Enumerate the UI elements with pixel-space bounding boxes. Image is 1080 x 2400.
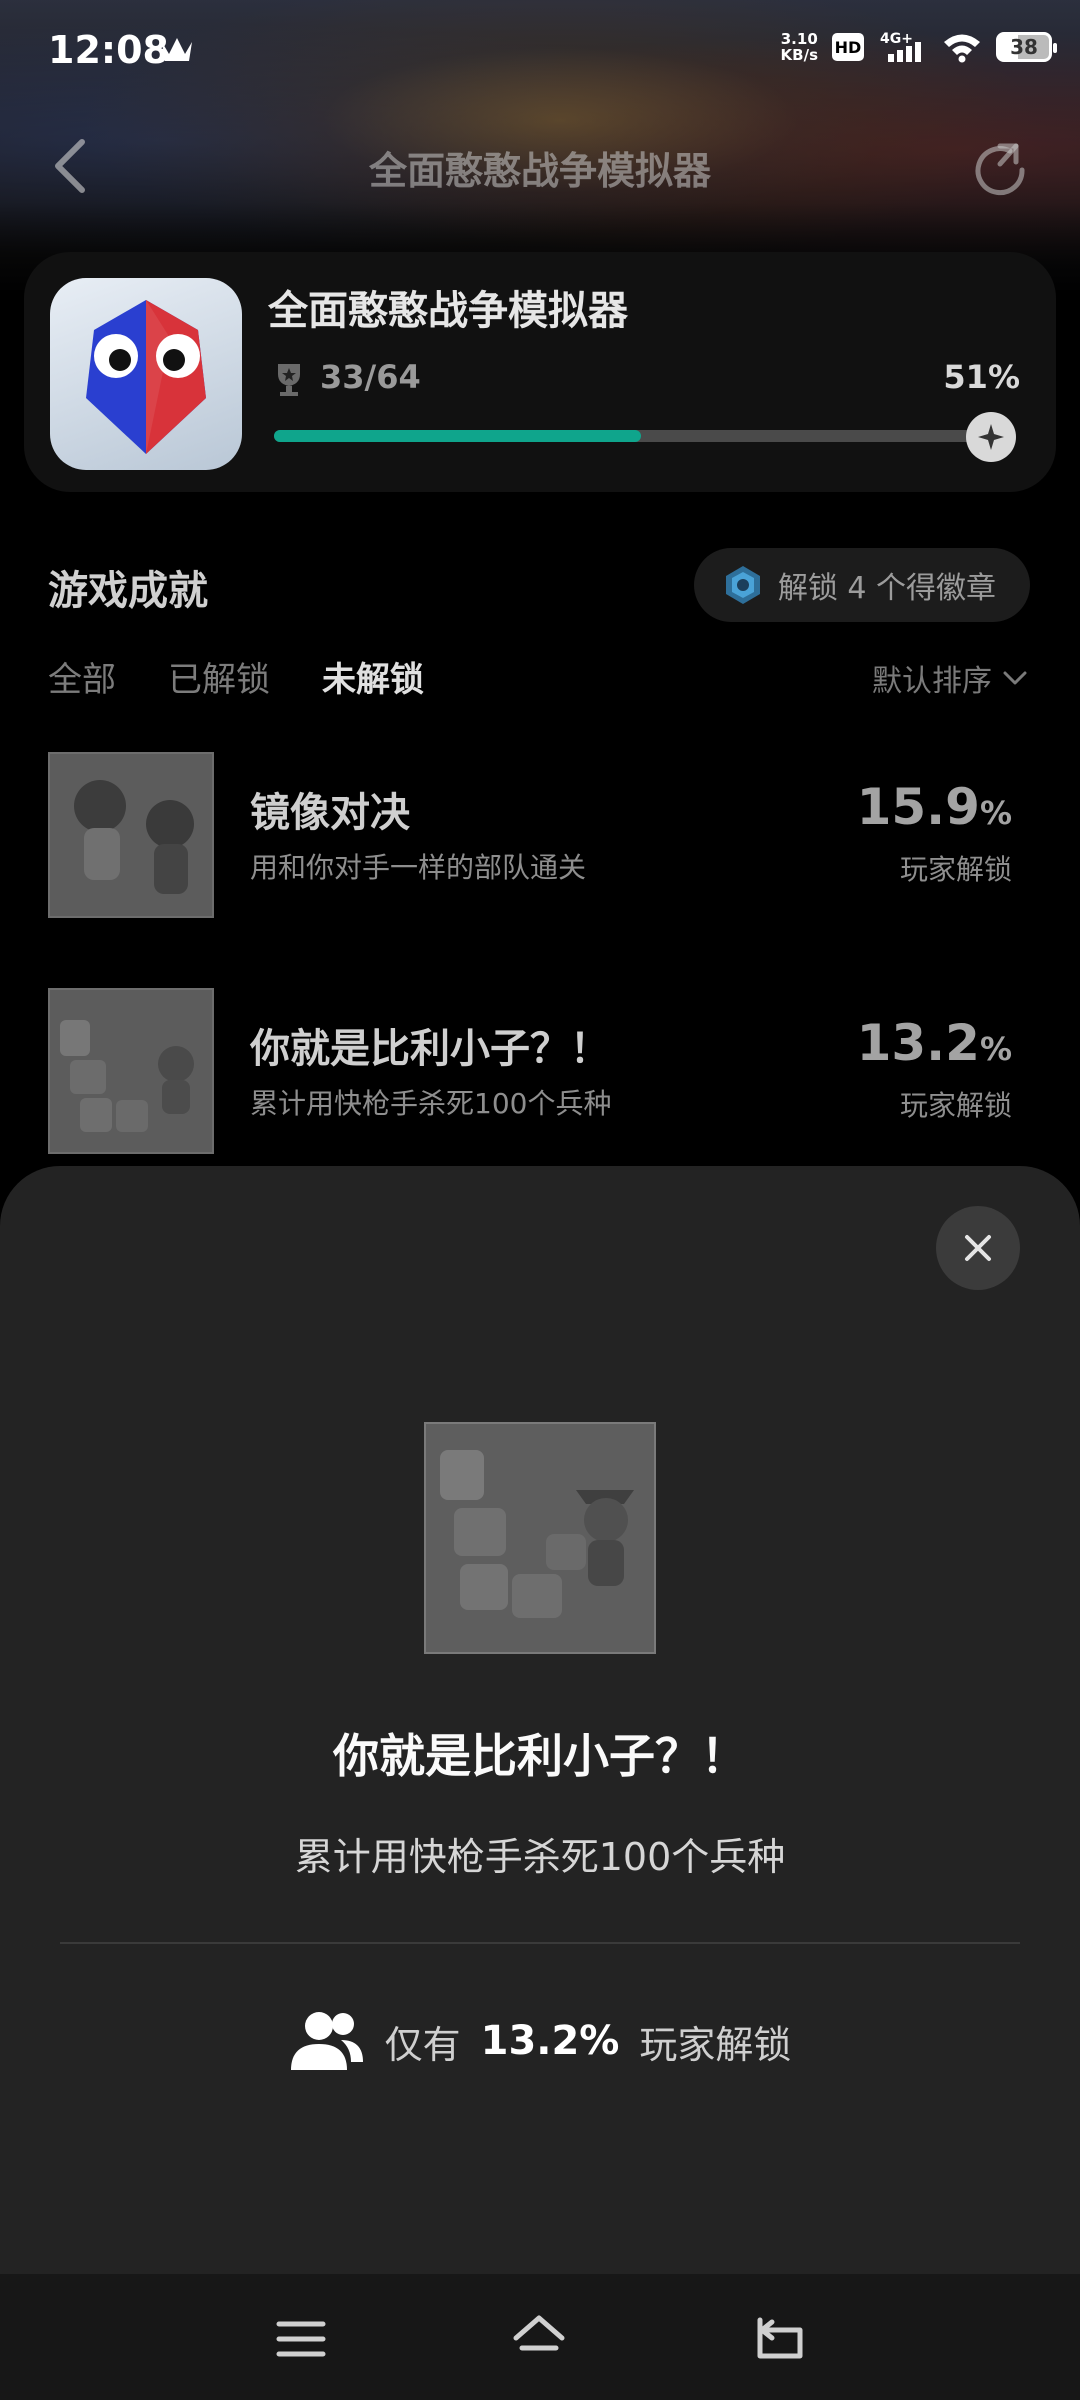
sparkle-icon	[978, 424, 1004, 450]
status-icons: 3.10 KB/s HD 4G+ 38	[781, 30, 1057, 64]
achievement-unlock-rate-value: 15.9	[856, 778, 980, 836]
achievement-unlock-label: 玩家解锁	[899, 853, 1012, 886]
achievement-description: 用和你对手一样的部队通关	[250, 851, 587, 884]
trophy-icon	[278, 364, 300, 396]
chevron-down-icon	[1003, 671, 1027, 685]
badge-icon	[725, 566, 760, 604]
achievement-name: 你就是比利小子？！	[250, 1026, 610, 1072]
share-icon[interactable]	[970, 140, 1032, 202]
completion-progress-bar	[274, 430, 994, 442]
achievement-list-item[interactable]: 你就是比利小子？！ 累计用快枪手杀死100个兵种 13.2% 玩家解锁	[48, 988, 1032, 1154]
achievement-unlock-rate-value: 13.2	[856, 1014, 980, 1072]
back-icon[interactable]	[752, 2312, 806, 2366]
page-title: 全面憨憨战争模拟器	[368, 149, 711, 193]
achievement-detail-name: 你就是比利小子？！	[333, 1729, 747, 1783]
divider	[60, 1942, 1020, 1944]
wifi-icon	[944, 34, 980, 63]
billy-kid-illustration	[426, 1424, 654, 1652]
unlock-stat-value: 13.2%	[480, 2018, 620, 2064]
game-name: 全面憨憨战争模拟器	[268, 288, 628, 334]
badge-reward-text: 解锁 4 个得徽章	[777, 571, 996, 606]
tab-locked[interactable]: 未解锁	[322, 652, 424, 701]
section-title: 游戏成就	[48, 568, 208, 614]
achievement-unlock-rate-unit: %	[979, 794, 1012, 832]
home-icon[interactable]	[512, 2312, 566, 2366]
unlock-stat-suffix: 玩家解锁	[639, 2022, 792, 2067]
game-app-icon	[50, 278, 242, 470]
achievement-thumbnail	[48, 988, 214, 1154]
achievement-unlock-rate-unit: %	[979, 1030, 1012, 1068]
status-bar: 12:08 3.10 KB/s HD 4G+ 38	[0, 0, 1080, 100]
crown-icon	[162, 38, 192, 61]
achievement-description: 累计用快枪手杀死100个兵种	[250, 1087, 612, 1120]
achievement-unlock-rate: 15.9%	[857, 778, 1012, 836]
status-time: 12:08	[48, 28, 169, 72]
network-speed-value: 3.10	[780, 30, 818, 48]
trophy-count: 33/64	[320, 358, 421, 396]
users-icon	[290, 2012, 363, 2070]
battery-indicator: 38	[996, 32, 1057, 62]
achievement-unlock-label: 玩家解锁	[899, 1089, 1012, 1122]
achievement-list-item[interactable]: 镜像对决 用和你对手一样的部队通关 15.9% 玩家解锁	[48, 752, 1032, 918]
close-icon	[965, 1235, 991, 1261]
menu-icon[interactable]	[274, 2312, 328, 2366]
achievement-name: 镜像对决	[250, 790, 410, 836]
signal-icon: 4G+	[880, 31, 921, 62]
network-type-label: 4G+	[880, 31, 913, 47]
completion-progress-fill	[274, 430, 642, 442]
hd-badge: HD	[832, 33, 864, 61]
achievement-detail-sheet: 你就是比利小子？！ 累计用快枪手杀死100个兵种 仅有 13.2% 玩家解锁	[0, 1166, 1080, 2274]
progress-end-knob	[966, 412, 1016, 462]
billy-kid-illustration	[50, 990, 212, 1152]
achievement-thumbnail	[48, 752, 214, 918]
game-summary-card: 全面憨憨战争模拟器 33/64 51%	[24, 252, 1056, 492]
tab-unlocked[interactable]: 已解锁	[168, 652, 270, 701]
tab-all[interactable]: 全部	[48, 652, 116, 701]
achievement-filter-tabs: 全部 已解锁 未解锁	[48, 652, 424, 701]
achievement-detail-image	[424, 1422, 656, 1654]
close-button[interactable]	[936, 1206, 1020, 1290]
game-mascot-icon	[86, 300, 206, 454]
sort-dropdown[interactable]: 默认排序	[872, 656, 1028, 700]
network-speed-unit: KB/s	[780, 46, 818, 64]
badge-reward-pill[interactable]: 解锁 4 个得徽章	[693, 548, 1030, 622]
completion-percent: 51%	[943, 358, 1020, 396]
sort-label: 默认排序	[872, 664, 992, 699]
network-speed: 3.10 KB/s	[781, 31, 818, 63]
mirror-duel-illustration	[50, 754, 212, 916]
unlock-stat-row: 仅有 13.2% 玩家解锁	[0, 2010, 1080, 2072]
unlock-stat-prefix: 仅有	[384, 2022, 461, 2067]
achievement-unlock-rate: 13.2%	[857, 1014, 1012, 1072]
system-navigation-bar	[0, 2274, 1080, 2400]
achievement-detail-description: 累计用快枪手杀死100个兵种	[294, 1835, 786, 1879]
